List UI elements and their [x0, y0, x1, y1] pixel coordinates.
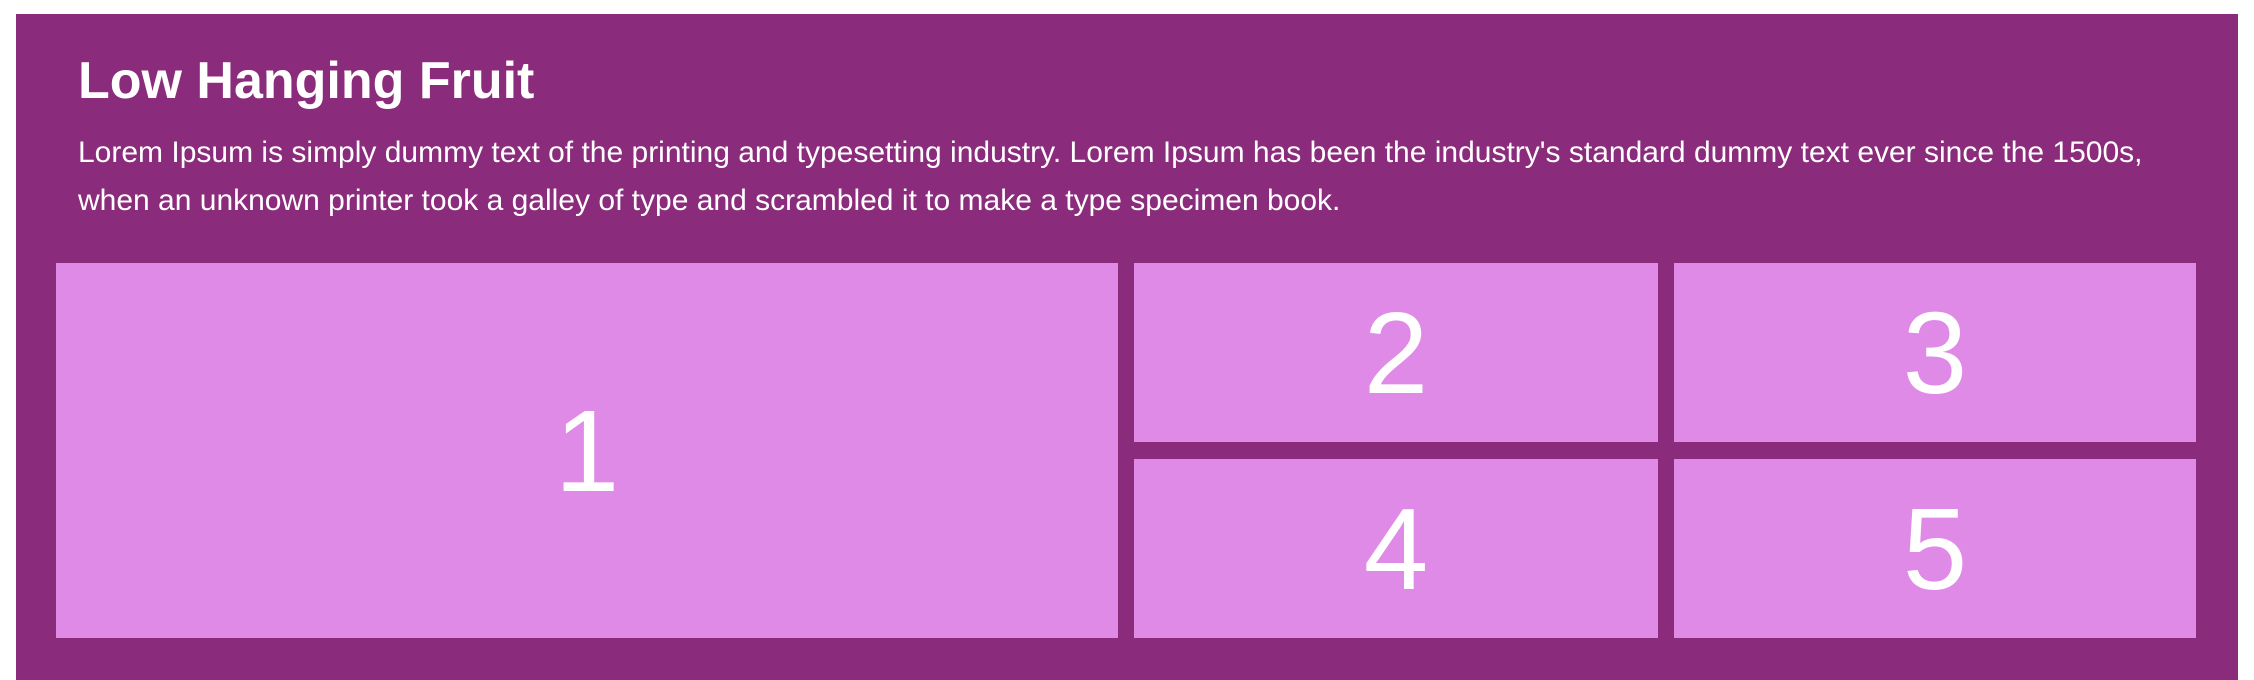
- tile-grid: 1 2 3 4 5: [56, 263, 2212, 640]
- grid-cell-1: 1: [56, 263, 1118, 638]
- feature-section: Low Hanging Fruit Lorem Ipsum is simply …: [16, 14, 2238, 680]
- grid-cell-4: 4: [1134, 459, 1658, 638]
- section-title: Low Hanging Fruit: [78, 52, 535, 110]
- grid-cell-3: 3: [1674, 263, 2196, 442]
- grid-cell-2: 2: [1134, 263, 1658, 442]
- section-description: Lorem Ipsum is simply dummy text of the …: [78, 136, 2143, 217]
- grid-cell-5: 5: [1674, 459, 2196, 638]
